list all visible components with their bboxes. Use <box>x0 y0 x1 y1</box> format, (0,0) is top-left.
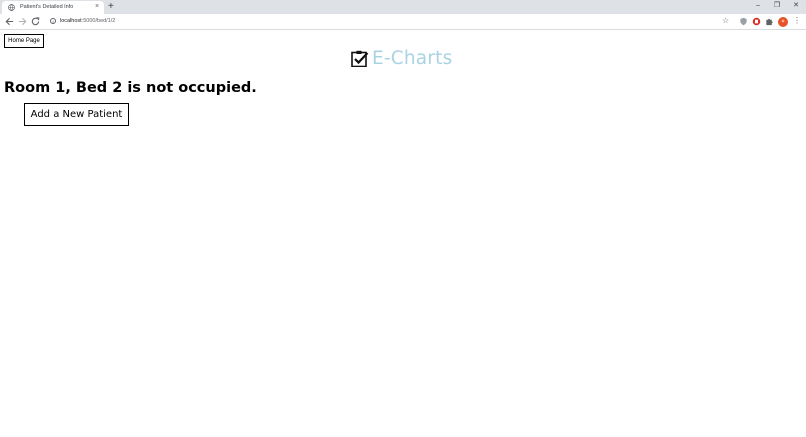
add-new-patient-button[interactable]: Add a New Patient <box>24 103 129 126</box>
url-text[interactable]: localhost:5000/bed/1/2 <box>60 17 115 26</box>
browser-tab[interactable]: Patient's Detailed Info × <box>2 1 104 14</box>
tab-title: Patient's Detailed Info <box>20 4 74 10</box>
bookmark-star-icon[interactable]: ☆ <box>722 15 729 26</box>
menu-icon[interactable]: ⋮ <box>793 15 801 26</box>
forward-arrow-icon[interactable] <box>17 16 28 27</box>
extensions-puzzle-icon[interactable] <box>765 17 774 26</box>
extension-red-icon[interactable] <box>752 17 761 26</box>
browser-tabstrip: Patient's Detailed Info × + – ❐ ✕ <box>0 0 806 14</box>
clipboard-check-icon <box>351 50 369 67</box>
globe-icon <box>8 4 15 11</box>
minimize-button[interactable]: – <box>750 0 766 13</box>
profile-avatar-icon[interactable] <box>778 16 788 27</box>
tab-close-icon[interactable]: × <box>95 2 99 12</box>
brand-name: E-Charts <box>372 48 453 69</box>
extension-shield-icon[interactable] <box>739 17 748 26</box>
restore-button[interactable]: ❐ <box>769 0 785 13</box>
info-icon[interactable]: i <box>50 18 56 24</box>
close-window-button[interactable]: ✕ <box>788 0 804 13</box>
new-tab-button[interactable]: + <box>108 0 114 13</box>
home-page-button[interactable]: Home Page <box>4 34 44 48</box>
page-title: Room 1, Bed 2 is not occupied. <box>4 80 257 96</box>
reload-icon[interactable] <box>30 16 41 27</box>
back-arrow-icon[interactable] <box>4 16 15 27</box>
browser-toolbar: i localhost:5000/bed/1/2 ☆ ⋮ <box>0 14 806 30</box>
address-bar[interactable]: i localhost:5000/bed/1/2 <box>46 15 736 28</box>
